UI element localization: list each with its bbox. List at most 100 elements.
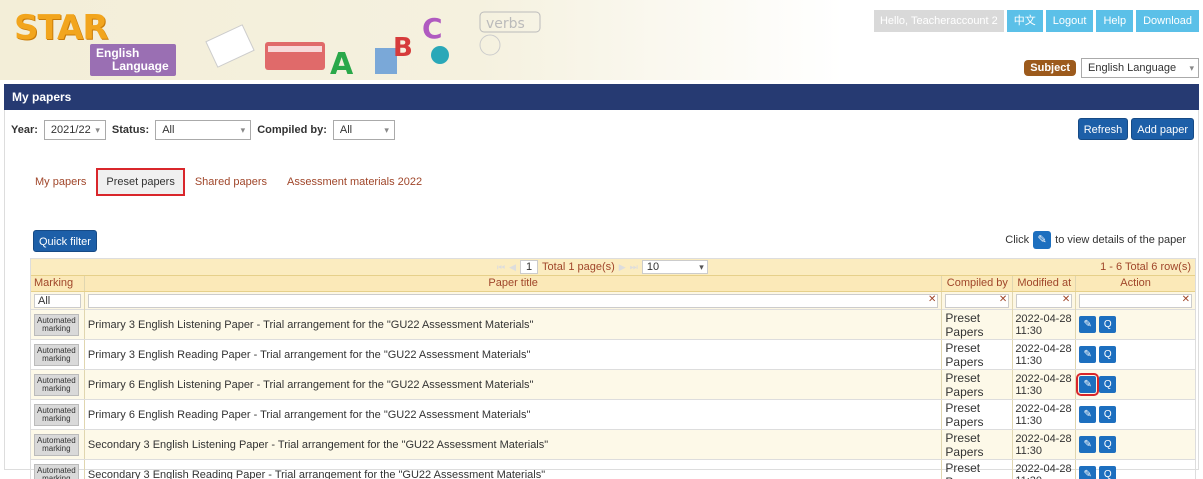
search-icon[interactable]: Q — [1099, 376, 1117, 393]
tab-preset-papers[interactable]: Preset papers — [96, 168, 185, 196]
col-marking[interactable]: Marking — [31, 276, 85, 291]
col-paper-title[interactable]: Paper title — [85, 276, 943, 291]
table-body: Automated marking Primary 3 English Listen… — [31, 309, 1195, 479]
star-logo[interactable]: STAR — [14, 8, 109, 48]
first-page-icon[interactable]: ⏮ — [497, 259, 505, 275]
compiled-by: Preset Papers — [942, 340, 1014, 369]
edit-icon[interactable]: ✎ — [1079, 346, 1097, 363]
tab-assessment-materials[interactable]: Assessment materials 2022 — [277, 170, 432, 194]
greeting-label: Hello, Teacheraccount 2 — [873, 10, 1004, 32]
table-row[interactable]: Automated marking Primary 6 English Readin… — [31, 399, 1195, 429]
edit-icon[interactable]: ✎ — [1079, 406, 1097, 423]
last-page-icon[interactable]: ⏭ — [630, 259, 638, 275]
next-page-icon[interactable]: ▶ — [619, 259, 626, 275]
tab-shared-papers[interactable]: Shared papers — [185, 170, 277, 194]
marking-badge: Automated marking — [34, 463, 79, 479]
table-row[interactable]: Automated marking Primary 3 English Readin… — [31, 339, 1195, 369]
compiled-by: Preset Papers — [942, 310, 1014, 339]
title-filter[interactable] — [87, 294, 939, 308]
svg-text:C: C — [422, 12, 443, 45]
clear-icon[interactable]: ✕ — [928, 294, 936, 305]
year-label: Year: — [11, 124, 38, 136]
prev-page-icon[interactable]: ◀ — [509, 259, 516, 275]
refresh-button[interactable]: Refresh — [1077, 118, 1129, 140]
download-button[interactable]: Download — [1136, 10, 1199, 32]
help-button[interactable]: Help — [1096, 10, 1134, 32]
filter-row: All ✕ ✕ ✕ ✕ — [31, 291, 1195, 310]
subject-selector: Subject English Language — [1024, 58, 1199, 78]
table-row[interactable]: Automated marking Primary 3 English Listen… — [31, 309, 1195, 339]
paper-title[interactable]: Primary 3 English Reading Paper - Trial … — [85, 340, 943, 369]
search-icon[interactable]: Q — [1099, 406, 1117, 423]
clear-icon[interactable]: ✕ — [1182, 294, 1190, 305]
details-hint: Click ✎ to view details of the paper — [1005, 231, 1186, 249]
filter-bar: Year: 2021/22 Status: All Compiled by: A… — [11, 120, 395, 140]
search-icon[interactable]: Q — [1099, 466, 1117, 479]
page-header: STAR English Language A B C verbs Hello,… — [0, 0, 1203, 80]
modified-at: 2022-04-2811:30 — [1013, 370, 1077, 399]
total-pages: Total 1 page(s) — [542, 261, 615, 273]
add-paper-button[interactable]: Add paper — [1131, 118, 1194, 140]
search-icon[interactable]: Q — [1099, 316, 1117, 333]
compiled-by-label: Compiled by: — [257, 124, 327, 136]
marking-filter[interactable]: All — [34, 294, 81, 308]
edit-icon[interactable]: ✎ — [1079, 316, 1097, 333]
paper-title[interactable]: Secondary 3 English Listening Paper - Tr… — [85, 430, 943, 459]
col-compiled-by[interactable]: Compiled by — [942, 276, 1014, 291]
marking-badge: Automated marking — [34, 343, 79, 366]
marking-badge: Automated marking — [34, 373, 79, 396]
compiled-by-dropdown[interactable]: All — [332, 120, 395, 140]
table-row[interactable]: Automated marking Primary 6 English Listen… — [31, 369, 1195, 399]
svg-text:A: A — [330, 47, 354, 80]
col-modified-at[interactable]: Modified at — [1013, 276, 1077, 291]
compiled-by: Preset Papers — [942, 430, 1014, 459]
tab-my-papers[interactable]: My papers — [25, 170, 96, 194]
clear-icon[interactable]: ✕ — [1062, 294, 1070, 305]
action-filter[interactable] — [1079, 294, 1193, 308]
language-button[interactable]: 中文 — [1006, 10, 1043, 32]
marking-badge: Automated marking — [34, 403, 79, 426]
compiled-by: Preset Papers — [942, 460, 1014, 479]
subject-badge: Subject — [1024, 60, 1076, 76]
status-dropdown[interactable]: All — [155, 120, 252, 140]
modified-at: 2022-04-2811:30 — [1013, 310, 1077, 339]
logo-subject-tag: English Language — [90, 44, 176, 76]
banner-illustration: A B C verbs — [205, 11, 541, 80]
edit-icon[interactable]: ✎ — [1076, 373, 1100, 396]
action-buttons: Refresh Add paper — [1077, 118, 1194, 140]
modified-at: 2022-04-2811:30 — [1013, 460, 1077, 479]
status-label: Status: — [111, 124, 150, 136]
edit-icon[interactable]: ✎ — [1079, 466, 1097, 479]
clear-icon[interactable]: ✕ — [999, 294, 1007, 305]
page-size-select[interactable]: 10 — [641, 260, 708, 274]
year-dropdown[interactable]: 2021/22 — [43, 120, 106, 140]
marking-badge: Automated marking — [34, 313, 79, 336]
page-title: My papers — [4, 84, 1199, 110]
compiled-by: Preset Papers — [942, 370, 1014, 399]
table-row[interactable]: Automated marking Secondary 3 English List… — [31, 429, 1195, 459]
logo-text: STAR — [14, 8, 109, 48]
pencil-icon: ✎ — [1033, 231, 1052, 249]
papers-table: ⏮ ◀ 1 Total 1 page(s) ▶ ⏭ 10 1 - 6 Total… — [30, 258, 1196, 479]
compiled-by: Preset Papers — [942, 400, 1014, 429]
main-panel: Year: 2021/22 Status: All Compiled by: A… — [4, 110, 1199, 479]
paper-title[interactable]: Secondary 3 English Reading Paper - Tria… — [85, 460, 943, 479]
modified-at: 2022-04-2811:30 — [1013, 430, 1077, 459]
paper-title[interactable]: Primary 6 English Listening Paper - Tria… — [85, 370, 943, 399]
table-header: Marking Paper title Compiled by Modified… — [31, 275, 1195, 291]
record-count: 1 - 6 Total 6 row(s) — [1100, 261, 1191, 273]
paper-title[interactable]: Primary 3 English Listening Paper - Tria… — [85, 310, 943, 339]
search-icon[interactable]: Q — [1099, 346, 1117, 363]
modified-at: 2022-04-2811:30 — [1013, 340, 1077, 369]
marking-badge: Automated marking — [34, 433, 79, 456]
table-row[interactable]: Automated marking Secondary 3 English Read… — [31, 459, 1195, 479]
paper-tabs: My papers Preset papers Shared papers As… — [25, 168, 432, 196]
edit-icon[interactable]: ✎ — [1079, 436, 1097, 453]
subject-dropdown[interactable]: English Language — [1081, 58, 1199, 78]
page-input[interactable]: 1 — [520, 260, 539, 274]
modified-at: 2022-04-2811:30 — [1013, 400, 1077, 429]
search-icon[interactable]: Q — [1099, 436, 1117, 453]
quick-filter-button[interactable]: Quick filter — [33, 230, 97, 252]
logout-button[interactable]: Logout — [1045, 10, 1094, 32]
paper-title[interactable]: Primary 6 English Reading Paper - Trial … — [85, 400, 943, 429]
